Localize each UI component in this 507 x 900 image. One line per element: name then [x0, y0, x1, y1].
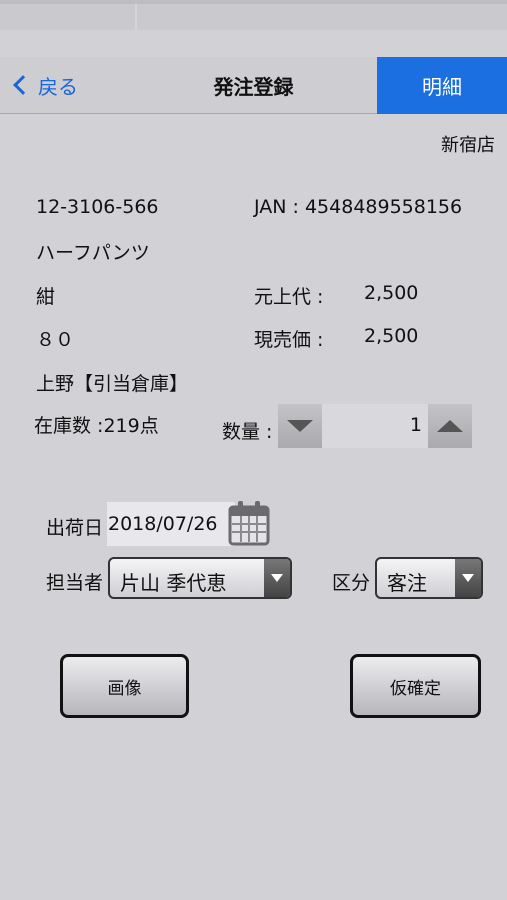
- quantity-decrease-button[interactable]: [278, 404, 322, 448]
- staff-select[interactable]: 片山 季代恵: [108, 557, 292, 599]
- original-price-value: 2,500: [364, 282, 419, 304]
- quantity-stepper: 1: [278, 404, 472, 448]
- category-label: 区分: [332, 572, 371, 594]
- status-bar-divider: [135, 4, 137, 30]
- stock-count: 在庫数 :219点: [34, 415, 159, 437]
- staff-select-value: 片山 季代恵: [120, 571, 227, 595]
- triangle-up-icon: [437, 420, 463, 432]
- original-price-label: 元上代 :: [254, 286, 324, 308]
- quantity-label: 数量 :: [222, 421, 273, 443]
- calendar-icon[interactable]: [228, 500, 270, 546]
- dropdown-arrow-icon: [264, 559, 290, 597]
- dropdown-arrow-icon: [455, 559, 481, 597]
- category-select[interactable]: 客注: [375, 557, 483, 599]
- quantity-increase-button[interactable]: [428, 404, 472, 448]
- staff-label: 担当者: [46, 572, 104, 594]
- ship-date-field[interactable]: 2018/07/26: [107, 502, 235, 546]
- status-bar: [0, 0, 507, 30]
- provisional-confirm-button[interactable]: 仮確定: [350, 654, 481, 718]
- product-name: ハーフパンツ: [36, 242, 150, 264]
- jan-code: JAN : 4548489558156: [254, 196, 463, 218]
- image-button[interactable]: 画像: [60, 654, 189, 718]
- store-name: 新宿店: [441, 135, 495, 156]
- triangle-down-icon: [287, 420, 313, 432]
- product-color: 紺: [36, 286, 56, 308]
- navigation-bar: 戻る 発注登録 明細: [0, 57, 507, 114]
- category-select-value: 客注: [387, 571, 427, 595]
- product-size: ８０: [36, 329, 75, 351]
- quantity-value[interactable]: 1: [322, 414, 422, 436]
- current-price-value: 2,500: [364, 325, 419, 347]
- product-code: 12-3106-566: [36, 196, 159, 218]
- ship-date-label: 出荷日: [46, 517, 104, 539]
- current-price-label: 現売価 :: [254, 329, 324, 351]
- detail-button[interactable]: 明細: [377, 57, 507, 114]
- warehouse-label: 上野【引当倉庫】: [36, 373, 189, 395]
